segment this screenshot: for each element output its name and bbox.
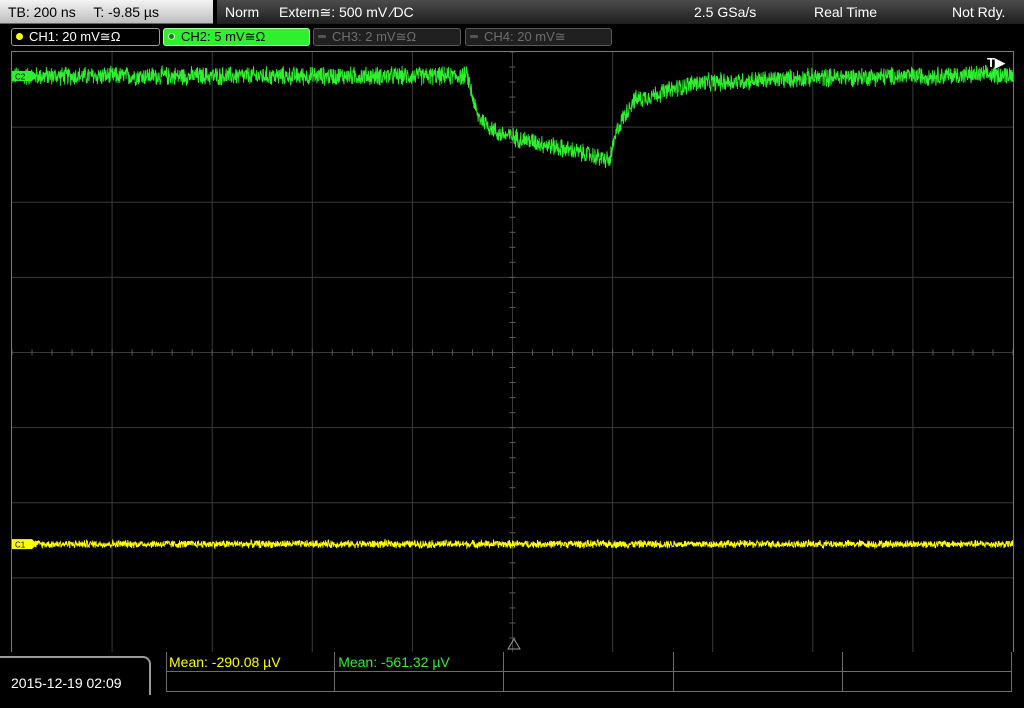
date-time: 2015-12-19 02:09 — [0, 656, 151, 695]
trigger-position-marker: T▶ — [987, 55, 1006, 70]
channel-label: CH1: 20 mV≅Ω — [29, 29, 121, 44]
waveform-display[interactable]: C2 C1 T▶ — [11, 51, 1014, 654]
bottom-bar: 2015-12-19 02:09 Mean: -290.08 µV Mean: -… — [0, 652, 1024, 695]
channel-indicator-icon — [16, 33, 23, 41]
measurement-cell[interactable]: Mean: -561.32 µV — [335, 652, 505, 672]
measurement-cell[interactable] — [673, 652, 843, 672]
channel-label: CH3: 2 mV≅Ω — [332, 29, 417, 44]
trigger-time-value: T: -9.85 µs — [93, 4, 159, 20]
marker-label: C2 — [15, 73, 26, 82]
run-status: Not Rdy. — [952, 4, 1006, 20]
trigger-mode: Norm — [225, 4, 260, 20]
channel-marker-ch2[interactable]: C2 — [12, 71, 37, 82]
channel-marker-ch1[interactable]: C1 — [12, 539, 37, 550]
measurement-cell[interactable] — [842, 672, 1012, 692]
acquisition-mode: Real Time — [814, 4, 878, 20]
channel-label: CH4: 20 mV≅ — [484, 29, 566, 44]
measurement-cell[interactable] — [673, 672, 843, 692]
timebase-panel[interactable]: TB: 200 ns T: -9.85 µs — [0, 0, 213, 24]
measurement-cell[interactable]: Mean: -290.08 µV — [166, 652, 336, 672]
waveform-plot: C2 C1 T▶ — [12, 52, 1013, 653]
sample-rate: 2.5 GSa/s — [694, 4, 757, 20]
trigger-time-marker-icon — [507, 638, 521, 650]
channel-bar: CH1: 20 mV≅Ω CH2: 5 mV≅Ω CH3: 2 mV≅Ω CH4… — [0, 25, 1024, 49]
channel-indicator-icon — [168, 33, 175, 41]
timebase-value: TB: 200 ns — [8, 4, 76, 20]
trigger-source: Extern≅: 500 mV ∕DC — [279, 4, 414, 20]
measurement-cell[interactable] — [166, 672, 336, 692]
channel-tab-ch3[interactable]: CH3: 2 mV≅Ω — [313, 28, 461, 46]
channel-tab-ch4[interactable]: CH4: 20 mV≅ — [465, 28, 612, 46]
measurement-cells: Mean: -290.08 µV Mean: -561.32 µV — [166, 652, 1012, 692]
channel-off-icon — [470, 35, 478, 39]
measurement-cell[interactable] — [504, 652, 674, 672]
channel-tab-ch2[interactable]: CH2: 5 mV≅Ω — [163, 28, 310, 46]
channel-tab-ch1[interactable]: CH1: 20 mV≅Ω — [11, 28, 160, 46]
channel-label: CH2: 5 mV≅Ω — [181, 29, 266, 44]
marker-label: C1 — [15, 541, 26, 550]
graticule — [12, 52, 1013, 653]
status-bar[interactable]: Norm Extern≅: 500 mV ∕DC 2.5 GSa/s Real … — [217, 0, 1024, 24]
measurement-cell[interactable] — [335, 672, 505, 692]
measurement-cell[interactable] — [842, 652, 1012, 672]
measurement-cell[interactable] — [504, 672, 674, 692]
channel-off-icon — [318, 35, 326, 39]
